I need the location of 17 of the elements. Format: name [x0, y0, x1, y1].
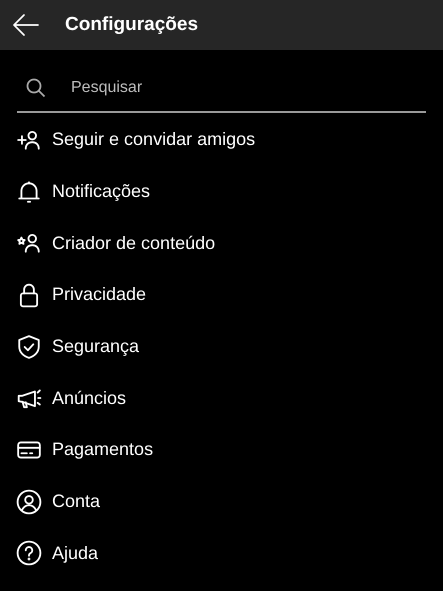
- search-field[interactable]: Pesquisar: [71, 78, 426, 96]
- settings-item[interactable]: Conta: [16, 476, 443, 528]
- back-button[interactable]: [12, 13, 40, 37]
- settings-item[interactable]: Pagamentos: [16, 424, 443, 476]
- search-icon: [26, 78, 46, 98]
- bell-icon: [16, 178, 42, 205]
- settings-item[interactable]: Anúncios: [16, 372, 443, 424]
- settings-item[interactable]: Seguir e convidar amigos: [16, 114, 443, 166]
- page-title: Configurações: [65, 14, 198, 36]
- shield-icon: [16, 334, 42, 360]
- account-icon: [16, 488, 42, 515]
- settings-item[interactable]: Segurança: [16, 320, 443, 372]
- settings-item[interactable]: Privacidade: [16, 269, 443, 321]
- settings-item[interactable]: Criador de conteúdo: [16, 217, 443, 270]
- settings-item[interactable]: Ajuda: [16, 528, 443, 580]
- settings-item[interactable]: Notificações: [16, 166, 443, 218]
- help-icon: [16, 540, 42, 566]
